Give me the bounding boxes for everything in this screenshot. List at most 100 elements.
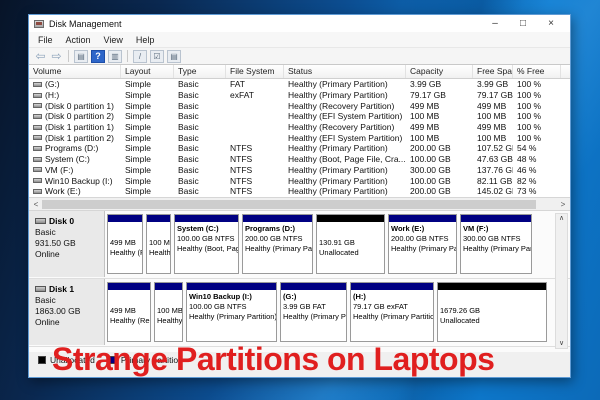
- partition[interactable]: System (C:) 100.00 GB NTFS Healthy (Boot, …: [174, 214, 239, 274]
- partition[interactable]: VM (F:) 300.00 GB NTFS Healthy (Primary Pa…: [460, 214, 532, 274]
- partition-status-bar: [351, 283, 433, 290]
- column-header-volume[interactable]: Volume: [29, 65, 121, 78]
- partition[interactable]: Programs (D:) 200.00 GB NTFS Healthy (Prim…: [242, 214, 313, 274]
- partition[interactable]: Win10 Backup (I:) 100.00 GB NTFS Healthy (…: [186, 282, 277, 342]
- volume-row[interactable]: Work (E:) Simple Basic NTFS Healthy (Primary…: [29, 186, 570, 197]
- partition[interactable]: Work (E:) 200.00 GB NTFS Healthy (Primary …: [388, 214, 457, 274]
- minimize-button[interactable]: –: [481, 15, 509, 32]
- partition[interactable]: 130.91 GB Unallocated: [316, 214, 385, 274]
- cell: 100 MB: [410, 111, 440, 122]
- cell: Healthy (Primary Partition): [288, 143, 388, 154]
- disk-detail: 1863.00 GB: [35, 306, 81, 317]
- partition-label: 499 MBHealthy (Recovery Partition): [108, 290, 150, 341]
- vertical-scrollbar[interactable]: ∧ ∨: [555, 213, 568, 349]
- volume-label: (G:): [45, 79, 60, 90]
- caption-overlay: Strange Partitions on Laptops: [52, 341, 495, 377]
- back-icon[interactable]: ⇦: [34, 49, 47, 63]
- volume-row[interactable]: Win10 Backup (I:) Simple Basic NTFS Healthy …: [29, 175, 570, 186]
- partition-status-bar: [317, 215, 384, 222]
- volume-row[interactable]: Programs (D:) Simple Basic NTFS Healthy (Pri…: [29, 143, 570, 154]
- cell: 3.99 GB: [477, 79, 509, 90]
- toolbar: ⇦ ⇨ ▤? ▥ / ☑ ▤: [29, 48, 570, 65]
- column-header-type[interactable]: Type: [174, 65, 226, 78]
- cell: 47.63 GB: [477, 154, 513, 165]
- partition[interactable]: 100 MBHealthy (EFI System Partition): [154, 282, 183, 342]
- volume-row[interactable]: (Disk 1 partition 1) Simple Basic Healthy (…: [29, 122, 570, 133]
- menu-help[interactable]: Help: [136, 35, 155, 45]
- cell: 100.00 GB: [410, 154, 451, 165]
- partition-detail: 100.00 GB NTFS: [177, 233, 235, 243]
- cell: Simple: [125, 90, 151, 101]
- menu-view[interactable]: View: [104, 35, 123, 45]
- task-check-icon[interactable]: ☑: [150, 49, 164, 63]
- maximize-button[interactable]: □: [509, 15, 537, 32]
- volume-icon: [33, 156, 42, 162]
- volume-row[interactable]: (Disk 0 partition 2) Simple Basic Healthy (…: [29, 111, 570, 122]
- volume-icon: [33, 124, 42, 130]
- partition-label: 130.91 GB Unallocated: [317, 222, 384, 273]
- partition[interactable]: 1679.26 GB Unallocated: [437, 282, 547, 342]
- disk-0-info[interactable]: Disk 0 Basic 931.50 GB Online: [29, 211, 105, 277]
- partition[interactable]: 100 MBHealthy (EFI System Partition): [146, 214, 171, 274]
- volume-row[interactable]: System (C:) Simple Basic NTFS Healthy (Boot,…: [29, 154, 570, 165]
- menu-file[interactable]: File: [38, 35, 53, 45]
- partition-status-bar: [108, 215, 142, 222]
- menu-action[interactable]: Action: [66, 35, 91, 45]
- partition-detail: 200.00 GB NTFS: [245, 233, 303, 243]
- column-header-status[interactable]: Status: [284, 65, 406, 78]
- cell: Basic: [178, 186, 199, 197]
- horizontal-scrollbar[interactable]: < >: [29, 197, 570, 210]
- scroll-up-icon[interactable]: ∧: [559, 215, 564, 222]
- partition[interactable]: 499 MBHealthy (Recovery Partition): [107, 214, 143, 274]
- console-tree-icon[interactable]: ▤: [74, 49, 88, 63]
- detail-pane-icon[interactable]: ▥: [108, 49, 122, 63]
- volume-label: VM (F:): [45, 164, 74, 175]
- title-bar[interactable]: Disk Management – □ ×: [29, 15, 570, 32]
- volume-row[interactable]: (G:) Simple Basic FAT Healthy (Primary Parti…: [29, 79, 570, 90]
- volume-icon: [33, 135, 42, 141]
- partition-detail: 1679.26 GB: [440, 305, 481, 315]
- disk-1-row: Disk 1 Basic 1863.00 GB Online 499 MB Healthy…: [29, 279, 570, 347]
- partition-detail: Healthy (EFI System Partition): [149, 247, 170, 257]
- partition[interactable]: (G:)3.99 GB FATHealthy (Primary Partitio…: [280, 282, 347, 342]
- scroll-down-icon[interactable]: ∨: [559, 340, 564, 347]
- help-icon[interactable]: ?: [91, 49, 105, 63]
- properties-icon[interactable]: ▤: [167, 49, 181, 63]
- column-header-capacity[interactable]: Capacity: [406, 65, 473, 78]
- volume-list-header: Volume Layout Type File System Status Capacit…: [29, 65, 570, 79]
- column-header-free[interactable]: % Free: [513, 65, 561, 78]
- cell: Healthy (EFI System Partition): [288, 132, 403, 143]
- volume-row[interactable]: (Disk 1 partition 2) Simple Basic Healthy (…: [29, 132, 570, 143]
- partition-name: (G:): [283, 292, 297, 301]
- partition-name: Win10 Backup (I:): [189, 292, 252, 301]
- cell: Basic: [178, 111, 199, 122]
- partition[interactable]: 499 MBHealthy (Recovery Partition): [107, 282, 151, 342]
- partition-label: 499 MBHealthy (Recovery Partition): [108, 222, 142, 273]
- volume-row[interactable]: (Disk 0 partition 1) Simple Basic Healthy (…: [29, 100, 570, 111]
- volume-icon: [33, 167, 42, 173]
- column-header-free-spa[interactable]: Free Spa...: [473, 65, 513, 78]
- partition-detail: 499 MB: [110, 305, 136, 315]
- partition-status-bar: [187, 283, 276, 290]
- disk-1-name: Disk 1: [35, 284, 101, 294]
- menu-bar: File Action View Help: [29, 32, 570, 48]
- disk-1-info[interactable]: Disk 1 Basic 1863.00 GB Online: [29, 279, 105, 345]
- cell: 48 %: [517, 154, 537, 165]
- volume-row[interactable]: (H:) Simple Basic exFAT Healthy (Primary Par…: [29, 90, 570, 101]
- scroll-left-icon[interactable]: <: [31, 200, 41, 209]
- tools-icon[interactable]: /: [133, 49, 147, 63]
- close-button[interactable]: ×: [537, 15, 565, 32]
- cell: NTFS: [230, 175, 253, 186]
- column-header-file-system[interactable]: File System: [226, 65, 284, 78]
- column-header-layout[interactable]: Layout: [121, 65, 174, 78]
- forward-icon[interactable]: ⇨: [50, 49, 63, 63]
- partition-detail: 200.00 GB NTFS: [391, 233, 449, 243]
- disk-0-partitions: 499 MBHealthy (Recovery Partition)100 MB…: [107, 214, 553, 274]
- partition-detail: Healthy (Primary Partition): [463, 243, 531, 253]
- partition[interactable]: (H:) 79.17 GB exFAT Healthy (Primary Parti…: [350, 282, 434, 342]
- horizontal-scroll-thumb[interactable]: [42, 199, 537, 209]
- window-controls: – □ ×: [481, 15, 565, 32]
- volume-row[interactable]: VM (F:) Simple Basic NTFS Healthy (Primary P…: [29, 165, 570, 176]
- scroll-right-icon[interactable]: >: [558, 200, 568, 209]
- partition-detail: 100 MB: [149, 237, 170, 247]
